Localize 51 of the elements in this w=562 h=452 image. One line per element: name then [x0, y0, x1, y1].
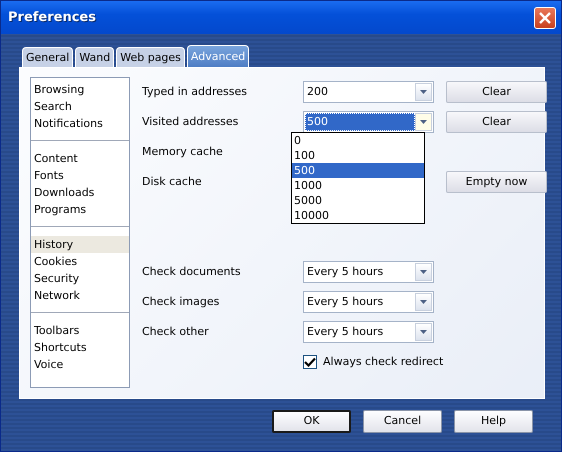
tab[interactable]: Wand [75, 47, 114, 67]
category-item[interactable]: Browsing [31, 81, 129, 98]
setting-label: Visited addresses [142, 114, 238, 130]
dropdown-option[interactable]: 10000 [292, 208, 424, 223]
dialog-button[interactable]: OK [272, 410, 351, 433]
category-item[interactable]: Notifications [31, 115, 129, 132]
category-item[interactable]: Security [31, 270, 129, 287]
caret-icon [420, 120, 427, 124]
checkbox-label: Always check redirect [323, 354, 444, 370]
category-item[interactable]: Downloads [31, 184, 129, 201]
action-button[interactable]: Empty now [446, 171, 547, 193]
window-title: Preferences [8, 8, 96, 27]
dropdown[interactable]: 500 [303, 111, 434, 133]
dropdown-option[interactable]: 100 [292, 148, 424, 163]
caret-icon [420, 270, 427, 274]
category-item[interactable]: Programs [31, 201, 129, 218]
dialog-button[interactable]: Cancel [363, 410, 442, 433]
dropdown[interactable]: Every 5 hours [303, 291, 434, 313]
close-icon [539, 12, 551, 24]
category-item[interactable]: History [31, 236, 129, 253]
close-button[interactable] [534, 6, 556, 28]
caret-icon [420, 90, 427, 94]
category-item[interactable]: Shortcuts [31, 339, 129, 356]
category-item[interactable]: Toolbars [31, 322, 129, 339]
setting-label: Check images [142, 294, 220, 310]
setting-label: Check other [142, 324, 209, 340]
tab[interactable]: Web pages [116, 47, 185, 67]
dropdown[interactable]: Every 5 hours [303, 261, 434, 283]
setting-label: Disk cache [142, 174, 202, 190]
category-item[interactable]: Fonts [31, 167, 129, 184]
setting-label: Typed in addresses [142, 84, 247, 100]
caret-icon [420, 330, 427, 334]
dropdown-option[interactable]: 0 [292, 133, 424, 148]
dialog-button[interactable]: Help [454, 410, 533, 433]
category-item[interactable]: Network [31, 287, 129, 304]
tab[interactable]: General [22, 47, 74, 67]
caret-icon [420, 300, 427, 304]
category-item[interactable]: Cookies [31, 253, 129, 270]
dropdown[interactable]: Every 5 hours [303, 321, 434, 343]
setting-label: Memory cache [142, 144, 223, 160]
setting-label: Check documents [142, 264, 241, 280]
dropdown-option[interactable]: 5000 [292, 193, 424, 208]
dropdown-option[interactable]: 1000 [292, 178, 424, 193]
category-item[interactable]: Content [31, 150, 129, 167]
checkbox[interactable] [303, 355, 317, 369]
category-item[interactable]: Voice [31, 356, 129, 373]
category-item[interactable]: Search [31, 98, 129, 115]
action-button[interactable]: Clear [446, 81, 547, 103]
dropdown-option[interactable]: 500 [292, 163, 424, 178]
dropdown[interactable]: 200 [303, 81, 434, 103]
action-button[interactable]: Clear [446, 111, 547, 133]
